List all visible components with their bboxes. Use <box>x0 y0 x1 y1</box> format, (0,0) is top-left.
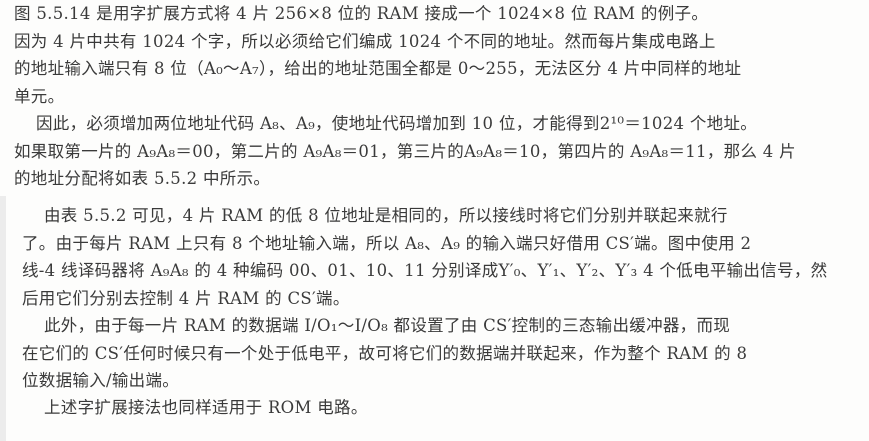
text-line: 上述字扩展接法也同样适用于 ROM 电路。 <box>44 398 368 417</box>
text-line: 因此，必须增加两位地址代码 A₈、A₉，使地址代码增加到 10 位，才能得到2¹… <box>36 114 758 133</box>
text-line: 如果取第一片的 A₉A₈＝00，第二片的 A₉A₈＝01，第三片的A₉A₈＝10… <box>14 141 796 161</box>
text-line: 后用它们分别去控制 4 片 RAM 的 CS′端。 <box>22 288 350 308</box>
textbook-page: 图 5.5.14 是用字扩展方式将 4 片 256×8 位的 RAM 接成一个 … <box>0 0 869 441</box>
text-line: 在它们的 CS′任何时候只有一个处于低电平，故可将它们的数据端并联起来，作为整个… <box>22 343 748 363</box>
scan-edge-strip <box>0 196 6 441</box>
text-line: 的地址输入端只有 8 位（A₀～A₇），给出的地址范围全都是 0～255，无法区… <box>14 59 742 79</box>
paragraph-2: 因此，必须增加两位地址代码 A₈、A₉，使地址代码增加到 10 位，才能得到2¹… <box>14 110 864 193</box>
text-line: 的地址分配将如表 5.5.2 中所示。 <box>14 169 271 189</box>
text-line: 此外，由于每一片 RAM 的数据端 I/O₁～I/O₈ 都设置了由 CS′控制的… <box>44 316 731 335</box>
text-line: 线-4 线译码器将 A₉A₈ 的 4 种编码 00、01、10、11 分别译成Y… <box>22 261 828 281</box>
text-line: 图 5.5.14 是用字扩展方式将 4 片 256×8 位的 RAM 接成一个 … <box>14 4 709 23</box>
text-line: 单元。 <box>14 86 65 106</box>
paragraph-1: 图 5.5.14 是用字扩展方式将 4 片 256×8 位的 RAM 接成一个 … <box>14 0 864 110</box>
text-line: 因为 4 片中共有 1024 个字，所以必须给它们编成 1024 个不同的地址。… <box>14 31 716 51</box>
text-line: 位数据输入/输出端。 <box>22 371 180 391</box>
text-line: 了。由于每片 RAM 上只有 8 个地址输入端，所以 A₈、A₉ 的输入端只好借… <box>22 233 752 253</box>
paragraph-4: 此外，由于每一片 RAM 的数据端 I/O₁～I/O₈ 都设置了由 CS′控制的… <box>22 312 868 395</box>
text-line: 由表 5.5.2 可见，4 片 RAM 的低 8 位地址是相同的，所以接线时将它… <box>44 206 728 225</box>
paragraph-5: 上述字扩展接法也同样适用于 ROM 电路。 <box>22 394 868 422</box>
paragraph-3: 由表 5.5.2 可见，4 片 RAM 的低 8 位地址是相同的，所以接线时将它… <box>22 202 868 312</box>
